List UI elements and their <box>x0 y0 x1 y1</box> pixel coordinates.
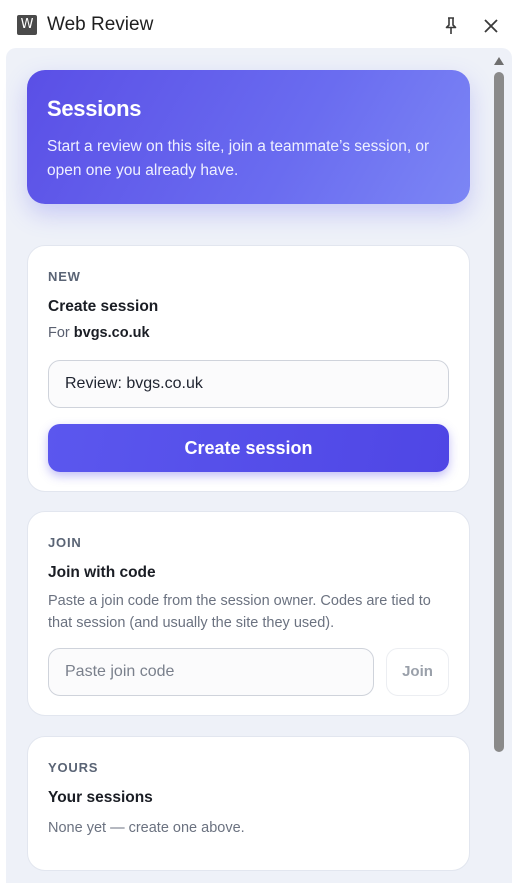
site-name: bvgs.co.uk <box>73 325 150 341</box>
sessions-hero: Sessions Start a review on this site, jo… <box>27 70 470 204</box>
pin-icon[interactable] <box>441 16 461 36</box>
create-session-heading: Create session <box>48 298 159 315</box>
join-session-card: JOIN Join with code Paste a join code fr… <box>27 511 470 716</box>
app-icon: W <box>17 15 37 35</box>
close-icon[interactable] <box>481 16 501 36</box>
your-sessions-heading: Your sessions <box>48 789 153 806</box>
join-description: Paste a join code from the session owner… <box>48 593 431 631</box>
scroll-up-arrow-icon[interactable] <box>492 55 506 67</box>
empty-sessions-text: None yet — create one above. <box>48 820 245 836</box>
window-title: Web Review <box>47 14 154 35</box>
session-name-input[interactable]: Review: bvgs.co.uk <box>48 360 449 408</box>
join-button[interactable]: Join <box>386 648 449 696</box>
page-title: Sessions <box>47 96 142 121</box>
your-sessions-card: YOURS Your sessions None yet — create on… <box>27 736 470 871</box>
join-code-input[interactable]: Paste join code <box>48 648 374 696</box>
scrollbar-thumb[interactable] <box>494 72 504 752</box>
section-label-new: NEW <box>48 269 81 284</box>
section-label-yours: YOURS <box>48 760 99 775</box>
join-with-code-heading: Join with code <box>48 564 156 581</box>
new-session-card: NEW Create session For bvgs.co.uk Review… <box>27 245 470 492</box>
site-line: For bvgs.co.uk <box>48 322 150 344</box>
page-subtitle: Start a review on this site, join a team… <box>47 138 430 179</box>
site-prefix: For <box>48 325 70 341</box>
section-label-join: JOIN <box>48 535 82 550</box>
title-bar: W Web Review <box>0 0 518 52</box>
create-session-button[interactable]: Create session <box>48 424 449 472</box>
